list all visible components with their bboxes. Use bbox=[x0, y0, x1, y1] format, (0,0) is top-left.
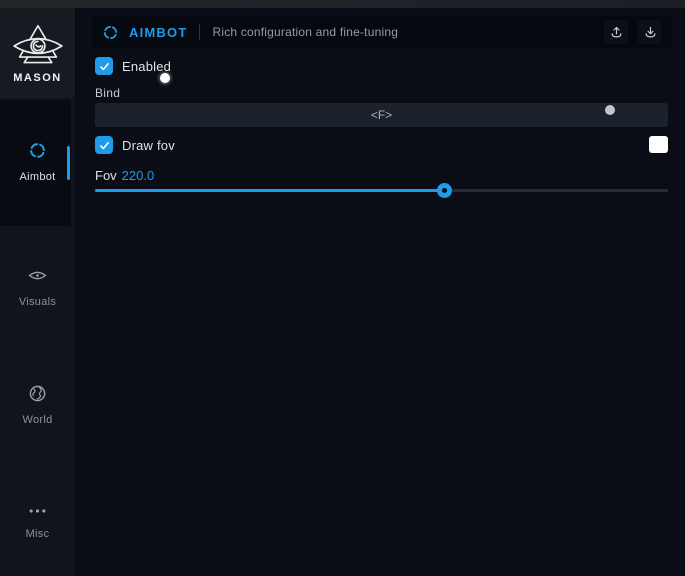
sidebar-item-world[interactable]: World bbox=[0, 384, 75, 426]
fov-slider-fill bbox=[95, 189, 445, 192]
fov-slider[interactable] bbox=[95, 183, 668, 198]
sidebar-item-misc[interactable]: Misc bbox=[0, 504, 75, 540]
check-icon bbox=[99, 61, 110, 72]
fov-slider-handle[interactable] bbox=[437, 183, 452, 198]
sidebar-item-label: Visuals bbox=[19, 296, 56, 308]
enabled-checkbox[interactable] bbox=[95, 57, 113, 75]
crosshair-icon bbox=[102, 24, 119, 41]
sidebar-item-label: World bbox=[22, 414, 52, 426]
mason-menu-window: MASON Aimbot Visuals bbox=[0, 0, 685, 576]
pyramid-eye-logo-icon bbox=[10, 23, 66, 69]
section-header: AIMBOT Rich configuration and fine-tunin… bbox=[92, 16, 672, 48]
header-divider bbox=[199, 24, 200, 40]
page-title: AIMBOT bbox=[129, 25, 187, 40]
draw-fov-label: Draw fov bbox=[122, 138, 175, 153]
upload-config-button[interactable] bbox=[604, 20, 628, 44]
fov-slider-caption: Fov 220.0 bbox=[95, 168, 154, 183]
bind-input[interactable]: <F> bbox=[95, 103, 668, 127]
sidebar-item-visuals[interactable]: Visuals bbox=[0, 266, 75, 308]
logo-text: MASON bbox=[13, 72, 61, 84]
page-subtitle: Rich configuration and fine-tuning bbox=[212, 25, 398, 39]
fov-label: Fov bbox=[95, 168, 117, 183]
draw-fov-row: Draw fov bbox=[95, 136, 175, 154]
fov-value: 220.0 bbox=[122, 168, 155, 183]
window-top-strip bbox=[0, 0, 685, 8]
eye-icon bbox=[28, 266, 47, 290]
sidebar-item-label: Misc bbox=[26, 528, 50, 540]
bind-label: Bind bbox=[95, 86, 120, 100]
enabled-label: Enabled bbox=[122, 59, 171, 74]
sidebar: MASON Aimbot Visuals bbox=[0, 8, 75, 576]
enabled-row: Enabled bbox=[95, 57, 171, 75]
fov-color-picker[interactable] bbox=[649, 136, 668, 153]
bind-value: <F> bbox=[371, 108, 392, 122]
logo: MASON bbox=[0, 8, 75, 98]
ellipsis-icon bbox=[28, 504, 47, 522]
sidebar-item-aimbot[interactable]: Aimbot bbox=[0, 141, 75, 183]
check-icon bbox=[99, 140, 110, 151]
sidebar-item-label: Aimbot bbox=[19, 171, 55, 183]
globe-icon bbox=[28, 384, 47, 408]
secondary-cursor-dot bbox=[605, 105, 615, 115]
draw-fov-checkbox[interactable] bbox=[95, 136, 113, 154]
crosshair-icon bbox=[28, 141, 47, 165]
mouse-cursor-dot bbox=[160, 73, 170, 83]
download-config-button[interactable] bbox=[638, 20, 662, 44]
